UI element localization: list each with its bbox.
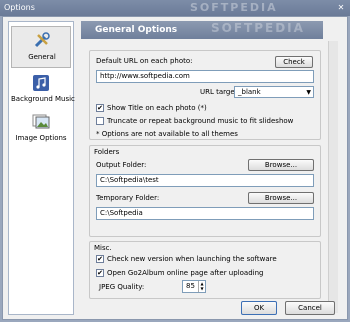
url-target-value: _blank <box>238 88 261 96</box>
cancel-button[interactable]: Cancel <box>285 301 335 315</box>
url-target-select[interactable]: _blank ▼ <box>234 86 314 98</box>
image-icon <box>32 114 50 129</box>
sidebar-item-background-music[interactable]: Background Music <box>11 70 75 112</box>
output-folder-label: Output Folder: <box>96 161 147 169</box>
jpeg-quality-stepper[interactable]: 85 ▲ ▼ <box>182 280 206 293</box>
close-button[interactable]: ✕ <box>336 3 346 13</box>
truncate-checkbox[interactable] <box>96 117 104 125</box>
scrollbar[interactable] <box>328 41 338 313</box>
output-folder-input[interactable]: C:\Softpedia\test <box>96 174 314 187</box>
options-dialog: General Background Music Image Options G… <box>2 16 348 320</box>
sidebar: General Background Music Image Options <box>8 21 75 315</box>
general-group: Default URL on each photo: Check http://… <box>89 50 321 140</box>
open-page-label: Open Go2Album online page after uploadin… <box>107 269 264 277</box>
music-icon <box>33 75 49 91</box>
themes-note: * Options are not available to all theme… <box>96 130 238 138</box>
show-title-label: Show Title on each photo (*) <box>107 104 207 112</box>
check-version-label: Check new version when launching the sof… <box>107 255 277 263</box>
check-version-checkbox[interactable]: ✔ <box>96 255 104 263</box>
sidebar-item-label: Background Music <box>11 95 75 103</box>
sidebar-item-label: General <box>28 53 56 61</box>
sidebar-item-label: Image Options <box>15 134 67 142</box>
chevron-down-icon: ▼ <box>306 89 311 96</box>
temp-folder-label: Temporary Folder: <box>96 194 160 202</box>
output-browse-button[interactable]: Browse... <box>248 159 314 171</box>
misc-group-label: Misc. <box>94 244 112 252</box>
show-title-checkbox[interactable]: ✔ <box>96 104 104 112</box>
tools-icon <box>34 32 50 48</box>
truncate-label: Truncate or repeat background music to f… <box>107 117 294 125</box>
title-bar: Options SOFTPEDIA ✕ <box>0 0 350 16</box>
temp-folder-input[interactable]: C:\Softpedia <box>96 207 314 220</box>
open-page-checkbox[interactable]: ✔ <box>96 269 104 277</box>
url-input[interactable]: http://www.softpedia.com <box>96 70 314 83</box>
misc-group: Misc. ✔ Check new version when launching… <box>89 241 321 299</box>
default-url-label: Default URL on each photo: <box>96 57 193 65</box>
folders-group-label: Folders <box>94 148 120 156</box>
temp-browse-button[interactable]: Browse... <box>248 192 314 204</box>
sidebar-item-image-options[interactable]: Image Options <box>11 108 71 150</box>
title-watermark: SOFTPEDIA <box>190 1 278 14</box>
stepper-arrows-icon[interactable]: ▲ ▼ <box>198 281 205 292</box>
jpeg-quality-value: 85 <box>186 282 195 290</box>
ok-button[interactable]: OK <box>241 301 277 315</box>
header-watermark: SOFTPEDIA <box>211 21 305 35</box>
sidebar-item-general[interactable]: General <box>11 26 71 68</box>
folders-group: Folders Output Folder: Browse... C:\Soft… <box>89 145 321 237</box>
jpeg-quality-label: JPEG Quality: <box>99 283 145 291</box>
section-header: General Options SOFTPEDIA <box>81 21 323 39</box>
page-title: General Options <box>95 25 178 35</box>
check-button[interactable]: Check <box>275 56 313 68</box>
window-title: Options <box>4 3 35 12</box>
